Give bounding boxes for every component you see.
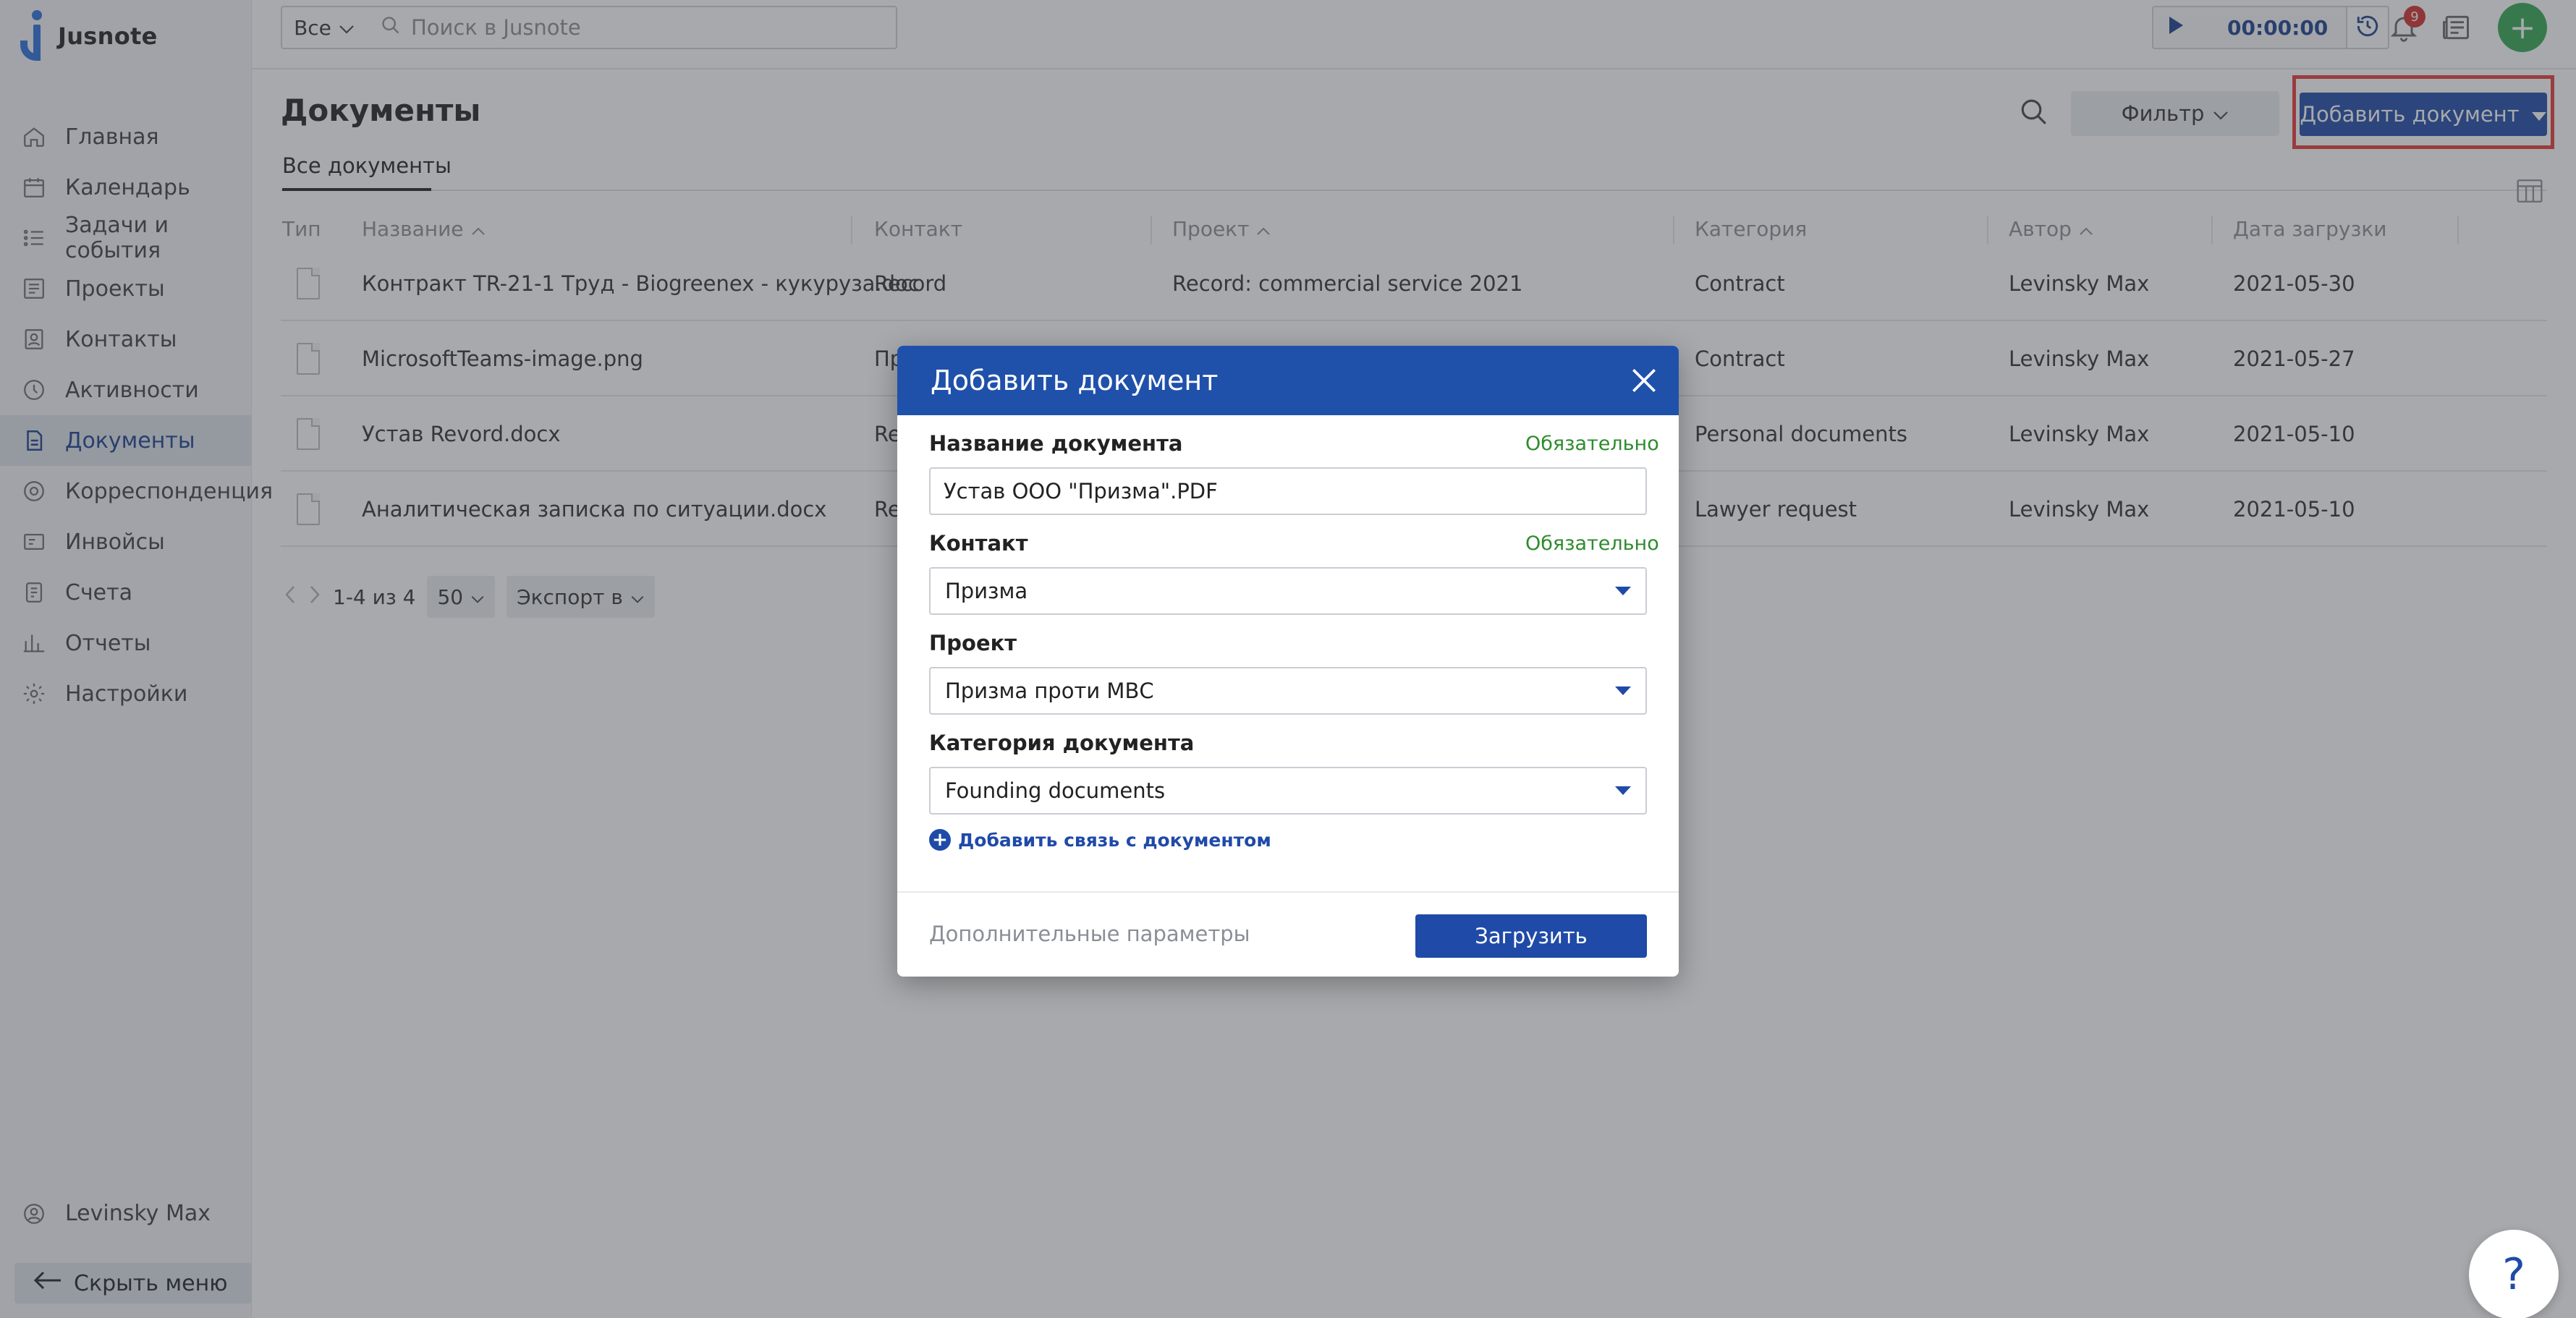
question-icon: ?	[2502, 1249, 2525, 1300]
required-label: Обязательно	[1525, 532, 1659, 555]
modal-footer-divider	[897, 891, 1679, 893]
doc-name-label: Название документа	[929, 431, 1183, 456]
contact-value: Призма	[945, 579, 1028, 603]
project-value: Призма проти МВС	[945, 679, 1154, 703]
contact-label: Контакт	[929, 531, 1028, 556]
extra-params-link[interactable]: Дополнительные параметры	[929, 922, 1250, 946]
project-label: Проект	[929, 631, 1017, 655]
help-button[interactable]: ?	[2469, 1230, 2559, 1318]
modal-header: Добавить документ	[897, 346, 1679, 415]
category-value: Founding documents	[945, 778, 1166, 803]
plus-circle-icon: +	[929, 829, 951, 851]
add-link-button[interactable]: + Добавить связь с документом	[929, 829, 1271, 851]
category-select[interactable]: Founding documents	[929, 767, 1647, 815]
dropdown-arrow-icon	[1615, 786, 1631, 795]
category-label: Категория документа	[929, 731, 1195, 755]
project-select[interactable]: Призма проти МВС	[929, 667, 1647, 715]
close-icon	[1628, 369, 1660, 399]
add-document-modal: Добавить документ Название документа Обя…	[897, 346, 1679, 977]
required-label: Обязательно	[1525, 433, 1659, 455]
dropdown-arrow-icon	[1615, 587, 1631, 595]
modal-title: Добавить документ	[931, 365, 1219, 396]
dropdown-arrow-icon	[1615, 686, 1631, 695]
contact-select[interactable]: Призма	[929, 567, 1647, 615]
upload-button[interactable]: Загрузить	[1415, 914, 1647, 958]
add-link-label: Добавить связь с документом	[958, 829, 1271, 851]
doc-name-value: Устав ООО "Призма".PDF	[944, 479, 1218, 503]
doc-name-input[interactable]: Устав ООО "Призма".PDF	[929, 467, 1647, 515]
modal-close-button[interactable]	[1628, 365, 1660, 396]
